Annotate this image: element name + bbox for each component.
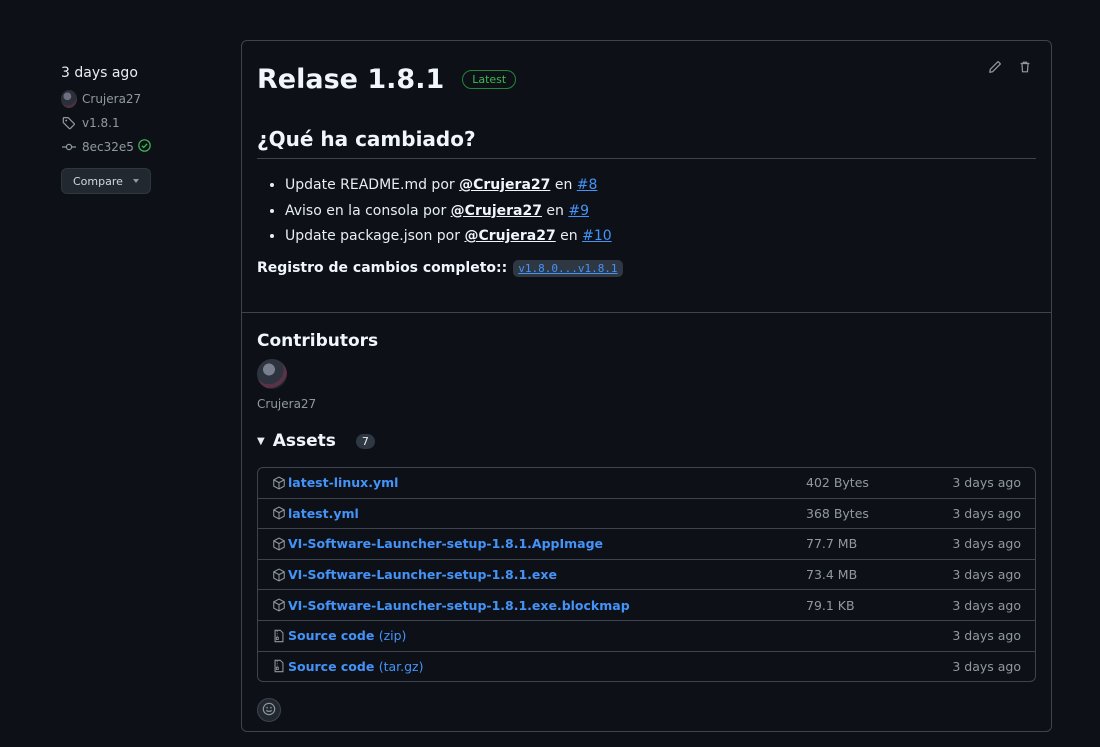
asset-row[interactable]: VI-Software-Launcher-setup-1.8.1.AppImag… <box>258 528 1035 559</box>
changes-heading: ¿Qué ha cambiado? <box>257 127 1036 159</box>
asset-date: 3 days ago <box>952 628 1021 644</box>
edit-pencil-icon[interactable] <box>987 59 1003 75</box>
chevron-down-icon <box>132 179 139 183</box>
release-author[interactable]: Crujera27 <box>61 90 221 108</box>
package-icon <box>272 537 286 551</box>
file-zip-icon <box>272 629 286 643</box>
asset-row[interactable]: latest.yml 368 Bytes 3 days ago <box>258 497 1035 529</box>
full-changelog-label: Registro de cambios completo:: <box>257 260 508 276</box>
asset-row[interactable]: VI-Software-Launcher-setup-1.8.1.exe 73.4… <box>258 558 1035 590</box>
asset-date: 3 days ago <box>952 567 1021 583</box>
commit-sha[interactable]: 8ec32e5 <box>82 140 134 154</box>
user-link[interactable]: @Crujera27 <box>464 228 555 244</box>
asset-size: 73.4 MB <box>806 567 858 583</box>
change-item: Update package.json por @Crujera27 en #1… <box>285 224 1036 250</box>
assets-title: Assets <box>272 431 336 451</box>
pr-link[interactable]: #8 <box>577 177 598 193</box>
change-mid: en <box>555 228 583 244</box>
user-link[interactable]: @Crujera27 <box>459 177 550 193</box>
asset-link[interactable]: latest.yml <box>288 506 806 521</box>
tag-name[interactable]: v1.8.1 <box>82 116 120 130</box>
author-name[interactable]: Crujera27 <box>82 92 141 106</box>
asset-name: latest-linux.yml <box>288 475 399 491</box>
full-changelog-link[interactable]: v1.8.0...v1.8.1 <box>513 259 623 277</box>
contributor-avatar[interactable] <box>257 359 287 389</box>
release-card: Relase 1.8.1 Latest ¿Qué ha cambiado? Up… <box>241 40 1052 732</box>
assets-list: latest-linux.yml 402 Bytes 3 days ago lates… <box>257 467 1036 683</box>
asset-date: 3 days ago <box>952 475 1021 491</box>
change-mid: en <box>541 202 569 219</box>
asset-name: VI-Software-Launcher-setup-1.8.1.AppImag… <box>288 536 604 552</box>
check-circle-icon[interactable] <box>138 139 151 155</box>
compare-button[interactable]: Compare <box>61 168 151 194</box>
pr-link[interactable]: #10 <box>582 228 612 244</box>
asset-link[interactable]: latest-linux.yml <box>288 475 806 490</box>
contributor-name: Crujera27 <box>257 397 317 411</box>
author-avatar <box>61 90 77 108</box>
asset-date: 3 days ago <box>952 658 1021 674</box>
asset-size: 368 Bytes <box>806 505 869 521</box>
package-icon <box>272 506 286 520</box>
smiley-icon <box>262 701 276 720</box>
change-text: Aviso en la consola por <box>285 202 451 219</box>
asset-link[interactable]: VI-Software-Launcher-setup-1.8.1.exe.blo… <box>288 598 806 613</box>
change-mid: en <box>550 177 577 193</box>
release-date: 3 days ago <box>61 65 138 81</box>
contributors-title: Contributors <box>257 331 379 351</box>
release-body: Relase 1.8.1 Latest ¿Qué ha cambiado? Up… <box>242 41 1051 313</box>
add-reaction-button[interactable] <box>257 698 281 723</box>
asset-date: 3 days ago <box>952 505 1021 521</box>
triangle-down-icon: ▼ <box>257 435 265 447</box>
asset-link[interactable]: VI-Software-Launcher-setup-1.8.1.AppImag… <box>288 536 806 551</box>
asset-name: Source code <box>288 658 375 674</box>
release-title[interactable]: Relase 1.8.1 <box>257 64 444 95</box>
asset-name: latest.yml <box>288 505 359 521</box>
release-meta: 3 days ago Crujera27 v1.8.1 8ec32e5 Comp… <box>61 62 221 194</box>
package-icon <box>272 568 286 582</box>
latest-badge: Latest <box>462 69 517 89</box>
asset-name: VI-Software-Launcher-setup-1.8.1.exe.blo… <box>288 597 630 613</box>
asset-date: 3 days ago <box>952 597 1021 613</box>
pr-link[interactable]: #9 <box>568 203 589 219</box>
tag-icon <box>61 115 77 131</box>
changes-list: Update README.md por @Crujera27 en #8 Av… <box>257 173 1036 250</box>
asset-row[interactable]: Source code (zip) 3 days ago <box>258 619 1035 651</box>
package-icon <box>272 598 286 612</box>
asset-link[interactable]: VI-Software-Launcher-setup-1.8.1.exe <box>288 567 806 582</box>
asset-date: 3 days ago <box>952 536 1021 552</box>
asset-size: 77.7 MB <box>806 536 858 552</box>
asset-link[interactable]: Source code (zip) <box>288 628 806 643</box>
package-icon <box>272 476 286 490</box>
trash-icon[interactable] <box>1017 59 1033 75</box>
asset-format: (zip) <box>378 628 407 644</box>
change-item: Aviso en la consola por @Crujera27 en #9 <box>285 199 1036 225</box>
asset-name: Source code <box>288 628 375 644</box>
asset-size: 402 Bytes <box>806 475 869 491</box>
asset-link[interactable]: Source code (tar.gz) <box>288 659 806 674</box>
release-footer: Contributors Crujera27 ▼ Assets 7 latest… <box>242 331 1051 723</box>
full-changelog: Registro de cambios completo:: v1.8.0...… <box>257 259 1036 277</box>
change-item: Update README.md por @Crujera27 en #8 <box>285 173 1036 199</box>
asset-size: 79.1 KB <box>806 597 855 613</box>
user-link[interactable]: @Crujera27 <box>451 203 542 219</box>
change-text: Update README.md por <box>285 177 460 193</box>
compare-label: Compare <box>73 174 123 188</box>
release-commit[interactable]: 8ec32e5 <box>61 138 221 156</box>
assets-count: 7 <box>355 433 375 449</box>
asset-row[interactable]: VI-Software-Launcher-setup-1.8.1.exe.blo… <box>258 589 1035 620</box>
change-text: Update package.json por <box>285 228 465 244</box>
asset-format: (tar.gz) <box>378 658 424 674</box>
asset-row[interactable]: Source code (tar.gz) 3 days ago <box>258 650 1035 682</box>
file-zip-icon <box>272 659 286 673</box>
assets-toggle[interactable]: ▼ Assets 7 <box>257 431 1036 451</box>
asset-name: VI-Software-Launcher-setup-1.8.1.exe <box>288 567 557 583</box>
asset-row[interactable]: latest-linux.yml 402 Bytes 3 days ago <box>258 468 1035 498</box>
release-tag[interactable]: v1.8.1 <box>61 114 221 132</box>
commit-icon <box>61 139 77 155</box>
